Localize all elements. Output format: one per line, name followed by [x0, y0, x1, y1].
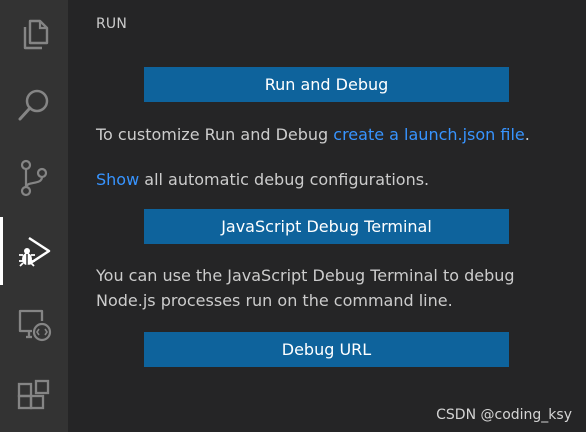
- files-icon: [23, 19, 49, 50]
- activity-remote-explorer[interactable]: [0, 290, 68, 360]
- run-debug-view: RUN Run and Debug To customize Run and D…: [68, 0, 586, 432]
- activity-explorer[interactable]: [0, 0, 68, 70]
- search-icon: [18, 89, 49, 121]
- vscode-window: RUN Run and Debug To customize Run and D…: [0, 0, 586, 432]
- remote-explorer-icon: [18, 309, 52, 342]
- javascript-debug-terminal-button[interactable]: JavaScript Debug Terminal: [144, 209, 509, 244]
- activity-search[interactable]: [0, 70, 68, 140]
- activity-bar: [0, 0, 68, 432]
- create-launch-json-link[interactable]: create a launch.json file: [333, 125, 524, 144]
- activity-extensions[interactable]: [0, 362, 68, 432]
- debug-url-button[interactable]: Debug URL: [144, 332, 509, 367]
- customize-suffix: .: [524, 125, 530, 144]
- activity-run-debug[interactable]: [0, 216, 68, 286]
- activity-source-control[interactable]: [0, 143, 68, 213]
- terminal-description-line1: You can use the JavaScript Debug Termina…: [96, 266, 515, 285]
- extensions-icon: [17, 379, 50, 410]
- watermark: CSDN @coding_ksy: [436, 407, 572, 423]
- run-debug-icon: [19, 236, 51, 267]
- show-configs-label: all automatic debug configurations.: [139, 170, 430, 189]
- show-link[interactable]: Show: [96, 170, 139, 189]
- customize-label: To customize Run and Debug: [96, 125, 334, 144]
- source-control-icon: [20, 159, 48, 197]
- view-title: RUN: [96, 16, 128, 32]
- show-configs-text: Show all automatic debug configurations.: [96, 169, 429, 191]
- run-and-debug-button[interactable]: Run and Debug: [144, 67, 509, 102]
- terminal-description-line2: Node.js processes run on the command lin…: [96, 291, 453, 310]
- customize-text: To customize Run and Debug create a laun…: [96, 124, 530, 146]
